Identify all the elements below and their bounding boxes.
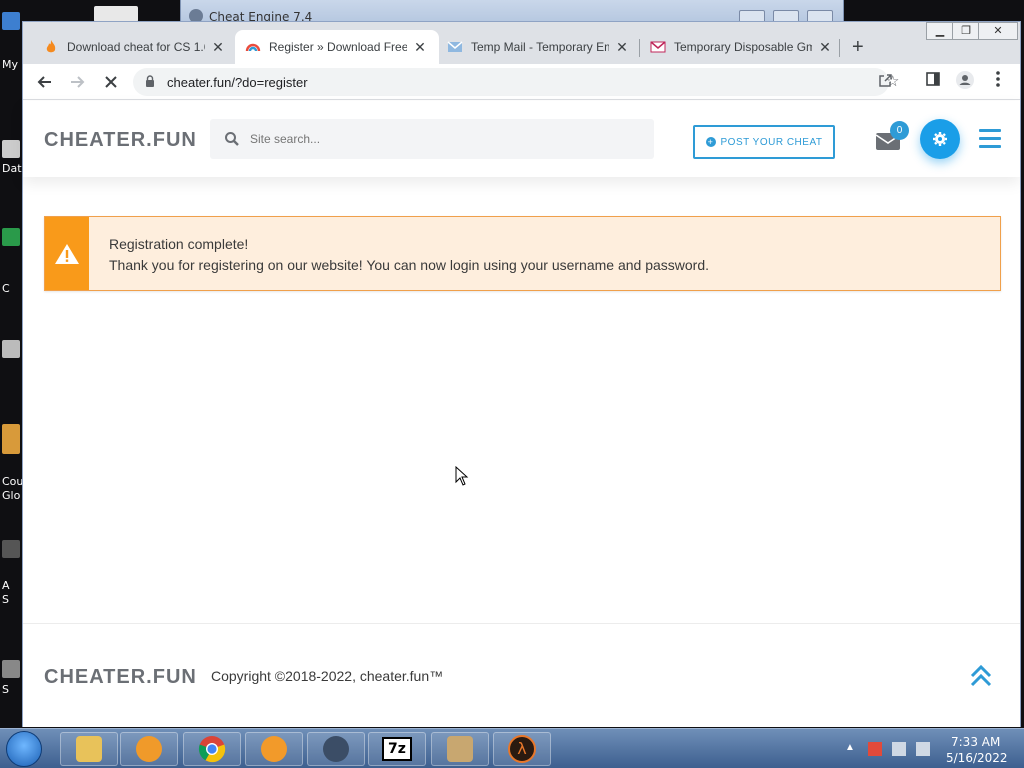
show-hidden-icons-button[interactable]: ▲ [845,742,855,753]
taskbar-app-media-player[interactable] [120,732,178,766]
desktop-label: Dat [2,162,22,175]
close-tab-icon[interactable]: ✕ [413,39,427,56]
taskbar-app-7zip[interactable]: 7z [368,732,426,766]
footer-logo[interactable]: CHEATER.FUN [44,666,197,689]
cheat-engine-icon [323,736,349,762]
stop-loading-button[interactable] [99,70,123,94]
desktop-label: My [2,58,19,71]
taskbar-app-half-life[interactable]: λ [493,732,551,766]
profile-avatar-icon[interactable] [955,70,975,94]
site-favicon-icon [245,39,261,55]
close-button[interactable]: ✕ [978,22,1018,40]
tab-temporary-gmail[interactable]: Temporary Disposable Gmail ✕ [640,30,842,64]
desktop-icon-computer[interactable] [0,12,22,30]
taskbar-app-cheat-engine[interactable] [307,732,365,766]
tool-icon [447,736,473,762]
tab-title: Temp Mail - Temporary Email [471,40,609,54]
desktop-icon[interactable] [0,540,22,558]
browser-toolbar: cheater.fun/?do=register ☆ [23,64,1020,100]
mail-icon [447,39,463,55]
tab-strip: Download cheat for CS 1.6 ✕ Register » D… [23,22,1020,64]
lock-icon [146,75,154,87]
desktop-label: S [2,683,9,696]
taskbar-app-chrome[interactable] [183,732,241,766]
7zip-icon: 7z [382,737,412,761]
settings-button[interactable] [920,119,960,159]
desktop-icon[interactable] [0,424,22,454]
tab-temp-mail[interactable]: Temp Mail - Temporary Email ✕ [437,30,639,64]
menu-kebab-icon[interactable] [995,70,1001,92]
address-bar[interactable]: cheater.fun/?do=register [133,68,892,96]
forward-button[interactable] [65,70,89,94]
site-logo[interactable]: CHEATER.FUN [44,129,197,152]
taskbar-app-explorer[interactable] [60,732,118,766]
post-cheat-button[interactable]: + POST YOUR CHEAT [693,125,835,159]
tab-separator [839,39,840,57]
network-icon[interactable] [892,742,906,756]
desktop-icon[interactable] [0,660,22,678]
clock-date[interactable]: 5/16/2022 [946,751,1008,765]
side-panel-icon[interactable] [926,72,940,90]
desktop-label: Glo [2,489,21,502]
tab-download-cheat[interactable]: Download cheat for CS 1.6 ✕ [33,30,235,64]
chrome-icon [198,736,226,763]
gear-icon [933,132,947,146]
alert-title: Registration complete! [109,236,249,252]
mouse-cursor-icon [455,466,469,486]
site-footer: CHEATER.FUN Copyright ©2018-2022, cheate… [23,623,1020,727]
folder-icon [76,736,102,762]
close-tab-icon[interactable]: ✕ [211,39,225,56]
search-input[interactable] [250,129,630,149]
maximize-button[interactable]: ❐ [952,22,980,40]
close-tab-icon[interactable]: ✕ [615,39,629,56]
flag-icon[interactable] [868,742,882,756]
tab-register[interactable]: Register » Download Free ✕ [235,30,439,64]
taskbar: 7z λ ▲ 7:33 AM 5/16/2022 [0,728,1024,768]
alert-stripe [45,217,89,290]
bookmark-star-icon[interactable]: ☆ [886,72,899,90]
registration-alert: Registration complete! Thank you for reg… [44,216,1001,291]
warning-icon [55,243,79,264]
page-content: CHEATER.FUN + POST YOUR CHEAT 0 Registra… [23,101,1020,727]
half-life-icon: λ [508,735,536,763]
desktop-label: C [2,282,10,295]
plus-circle-icon: + [705,137,716,147]
tab-title: Download cheat for CS 1.6 [67,40,205,54]
media-player-icon [136,736,162,762]
envelope-icon [650,39,666,55]
desktop-label: Cou [2,475,24,488]
start-button[interactable] [6,731,42,767]
scroll-to-top-icon[interactable] [969,664,993,688]
new-tab-button[interactable]: + [852,36,864,59]
taskbar-app-gso[interactable] [245,732,303,766]
desktop-icon[interactable] [94,6,138,22]
site-search[interactable] [210,119,654,159]
desktop-icon[interactable] [0,340,22,358]
tab-title: Register » Download Free [269,40,407,54]
hamburger-menu-icon[interactable] [979,129,1001,153]
minimize-button[interactable]: ▁ [926,22,954,40]
clock-time[interactable]: 7:33 AM [951,735,1000,749]
flame-icon [43,39,59,55]
taskbar-app-tool[interactable] [431,732,489,766]
close-tab-icon[interactable]: ✕ [818,39,832,56]
tab-title: Temporary Disposable Gmail [674,40,812,54]
desktop-label: S [2,593,9,606]
volume-icon[interactable] [916,742,930,756]
url-text: cheater.fun/?do=register [167,75,308,90]
desktop-icon[interactable] [0,140,22,158]
mail-count-badge: 0 [890,121,909,140]
post-cheat-label: POST YOUR CHEAT [720,136,823,148]
desktop-label: A [2,579,10,592]
back-button[interactable] [33,70,57,94]
site-header: CHEATER.FUN + POST YOUR CHEAT 0 [23,101,1020,177]
alert-message: Thank you for registering on our website… [109,257,710,273]
copyright-text: Copyright ©2018-2022, cheater.fun™ [211,668,444,684]
gso-icon [261,736,287,762]
search-icon [225,132,239,146]
browser-window: Download cheat for CS 1.6 ✕ Register » D… [22,21,1021,727]
desktop-icon[interactable] [0,228,22,246]
